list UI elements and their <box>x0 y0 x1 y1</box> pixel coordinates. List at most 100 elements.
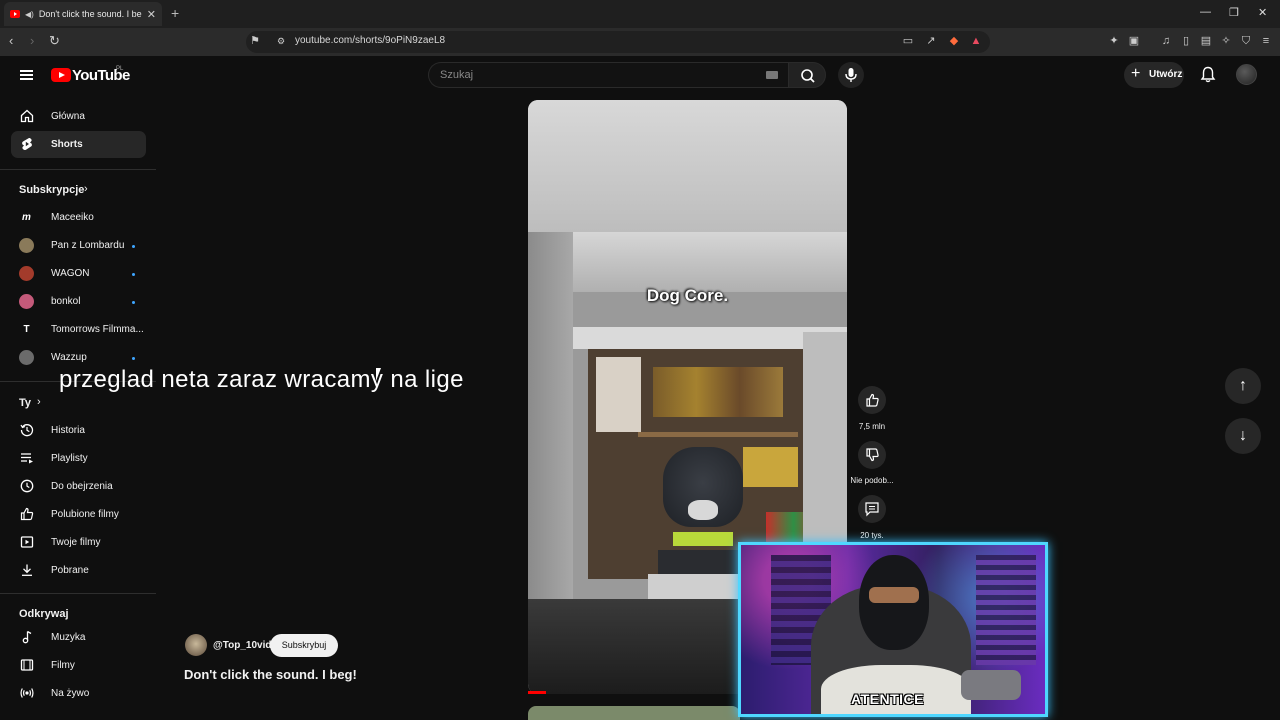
youtube-logo-icon[interactable] <box>51 68 71 82</box>
account-avatar[interactable] <box>1236 64 1257 85</box>
sidebar-item-downloads[interactable]: Pobrane <box>51 565 89 576</box>
subscription-item[interactable]: Pan z Lombardu <box>51 240 124 251</box>
new-content-dot <box>132 301 135 304</box>
comment-count: 20 tys. <box>860 531 884 540</box>
sidebar-item-shorts[interactable]: Shorts <box>51 139 83 150</box>
notifications-bell-icon[interactable] <box>1200 66 1216 83</box>
sidebar-toggle-icon[interactable]: ▯ <box>1180 35 1192 47</box>
thumbs-down-icon <box>866 448 879 462</box>
streamer-name-label: ATENTICE <box>851 691 924 707</box>
rewards-icon[interactable]: ▲ <box>970 35 982 47</box>
video-caption: Dog Core. <box>646 286 729 305</box>
history-icon <box>20 424 34 437</box>
new-tab-icon[interactable]: + <box>171 6 179 20</box>
forward-icon[interactable]: › <box>30 34 34 48</box>
sidebar-item-movies[interactable]: Filmy <box>51 660 75 671</box>
explore-heading: Odkrywaj <box>19 608 69 620</box>
search-input[interactable] <box>428 62 788 88</box>
voice-search-button[interactable] <box>838 62 864 88</box>
new-content-dot <box>132 273 135 276</box>
thumbs-up-icon <box>20 507 34 521</box>
subscribe-button[interactable]: Subskrybuj <box>270 634 338 657</box>
sidebar-item-music[interactable]: Muzyka <box>51 632 85 643</box>
tab-title: Don't click the sound. I beg! <box>38 9 142 19</box>
search-icon <box>801 69 815 83</box>
media-icon[interactable]: ♫ <box>1160 35 1172 47</box>
video-icon <box>20 536 34 548</box>
mouse-cursor-icon <box>376 368 381 381</box>
audio-playing-icon[interactable]: ◀) <box>25 10 34 19</box>
close-tab-icon[interactable]: ✕ <box>147 8 156 21</box>
sidebar-item-your-videos[interactable]: Twoje filmy <box>51 537 100 548</box>
you-heading[interactable]: Ty <box>19 397 31 409</box>
youtube-favicon-icon <box>10 10 20 18</box>
address-bar: ‹ › ↻ <box>0 28 1280 56</box>
like-button[interactable] <box>858 386 886 414</box>
hamburger-menu-icon[interactable] <box>20 70 33 80</box>
browser-tab-bar: ◀) Don't click the sound. I beg! ✕ + — ❐… <box>0 0 1280 28</box>
url-text[interactable]: youtube.com/shorts/9oPiN9zaeL8 <box>295 35 445 46</box>
search-placeholder: Szukaj <box>440 69 474 81</box>
film-icon <box>20 659 34 671</box>
close-window-icon[interactable]: ✕ <box>1258 6 1267 19</box>
home-icon <box>20 109 34 123</box>
back-icon[interactable]: ‹ <box>9 34 13 48</box>
sidebar-item-live[interactable]: Na żywo <box>51 688 89 699</box>
channel-avatar-bonkol <box>19 294 34 309</box>
next-short-preview[interactable] <box>528 706 740 720</box>
like-count: 7,5 mln <box>858 422 886 431</box>
music-icon <box>22 630 32 644</box>
sidebar-item-watch-later[interactable]: Do obejrzenia <box>51 481 113 492</box>
subscription-item[interactable]: Maceeiko <box>51 212 94 223</box>
search-button[interactable] <box>788 62 826 88</box>
channel-avatar-pan-z-lombardu <box>19 238 34 253</box>
next-short-button[interactable]: ↓ <box>1225 418 1261 454</box>
create-label: Utwórz <box>1149 69 1183 80</box>
dislike-button[interactable] <box>858 441 886 469</box>
subscription-item[interactable]: WAGON <box>51 268 90 279</box>
menu-icon[interactable]: ≡ <box>1260 35 1272 47</box>
sidebar-item-liked-videos[interactable]: Polubione filmy <box>51 509 119 520</box>
sidebar-item-history[interactable]: Historia <box>51 425 85 436</box>
extensions-icon[interactable]: ✦ <box>1108 35 1120 47</box>
maximize-icon[interactable]: ❐ <box>1229 6 1239 19</box>
sidebar-divider <box>0 593 156 594</box>
wallet-icon[interactable]: ▤ <box>1200 35 1212 47</box>
share-icon[interactable]: ↗ <box>925 35 937 47</box>
previous-short-button[interactable]: ↑ <box>1225 368 1261 404</box>
leo-icon[interactable]: ✧ <box>1220 35 1232 47</box>
screenshot-icon[interactable]: ▣ <box>1128 35 1140 47</box>
stream-overlay-text: przeglad neta zaraz wracamy na lige <box>59 366 464 393</box>
sidebar-item-home[interactable]: Główna <box>51 111 85 122</box>
channel-handle[interactable]: @Top_10vid <box>213 640 271 651</box>
browser-tab[interactable]: ◀) Don't click the sound. I beg! ✕ <box>4 2 162 26</box>
subscriptions-heading[interactable]: Subskrypcje <box>19 184 84 196</box>
comments-button[interactable] <box>858 495 886 523</box>
video-top-frame <box>528 100 847 232</box>
minimize-icon[interactable]: — <box>1200 6 1211 18</box>
bookmark-icon[interactable]: ⚑ <box>249 35 261 47</box>
vpn-icon[interactable]: ⛉ <box>1240 35 1252 47</box>
channel-avatar-tomorrows-filmmakers: T <box>23 324 30 335</box>
sidebar-item-playlists[interactable]: Playlisty <box>51 453 88 464</box>
video-progress-bar[interactable] <box>528 691 546 694</box>
chevron-right-icon[interactable]: › <box>84 183 88 195</box>
new-content-dot <box>132 245 135 248</box>
reload-icon[interactable]: ↻ <box>49 34 60 48</box>
arrow-down-icon: ↓ <box>1239 427 1247 444</box>
cast-icon[interactable]: ▭ <box>902 35 914 47</box>
playlist-icon <box>21 453 33 464</box>
channel-avatar[interactable] <box>185 634 207 656</box>
video-title[interactable]: Don't click the sound. I beg! <box>184 667 357 682</box>
keyboard-icon[interactable] <box>766 71 778 79</box>
chevron-right-icon[interactable]: › <box>37 396 41 408</box>
subscription-item[interactable]: bonkol <box>51 296 80 307</box>
shorts-icon <box>22 137 32 151</box>
site-info-icon[interactable]: ⚙ <box>275 35 287 47</box>
subscription-item[interactable]: Wazzup <box>51 352 87 363</box>
subscription-item[interactable]: Tomorrows Filmma... <box>51 324 144 335</box>
thumbs-up-icon <box>866 393 879 407</box>
plus-icon: + <box>1131 65 1141 82</box>
download-icon <box>22 564 32 576</box>
brave-shield-icon[interactable]: ◆ <box>948 35 960 47</box>
